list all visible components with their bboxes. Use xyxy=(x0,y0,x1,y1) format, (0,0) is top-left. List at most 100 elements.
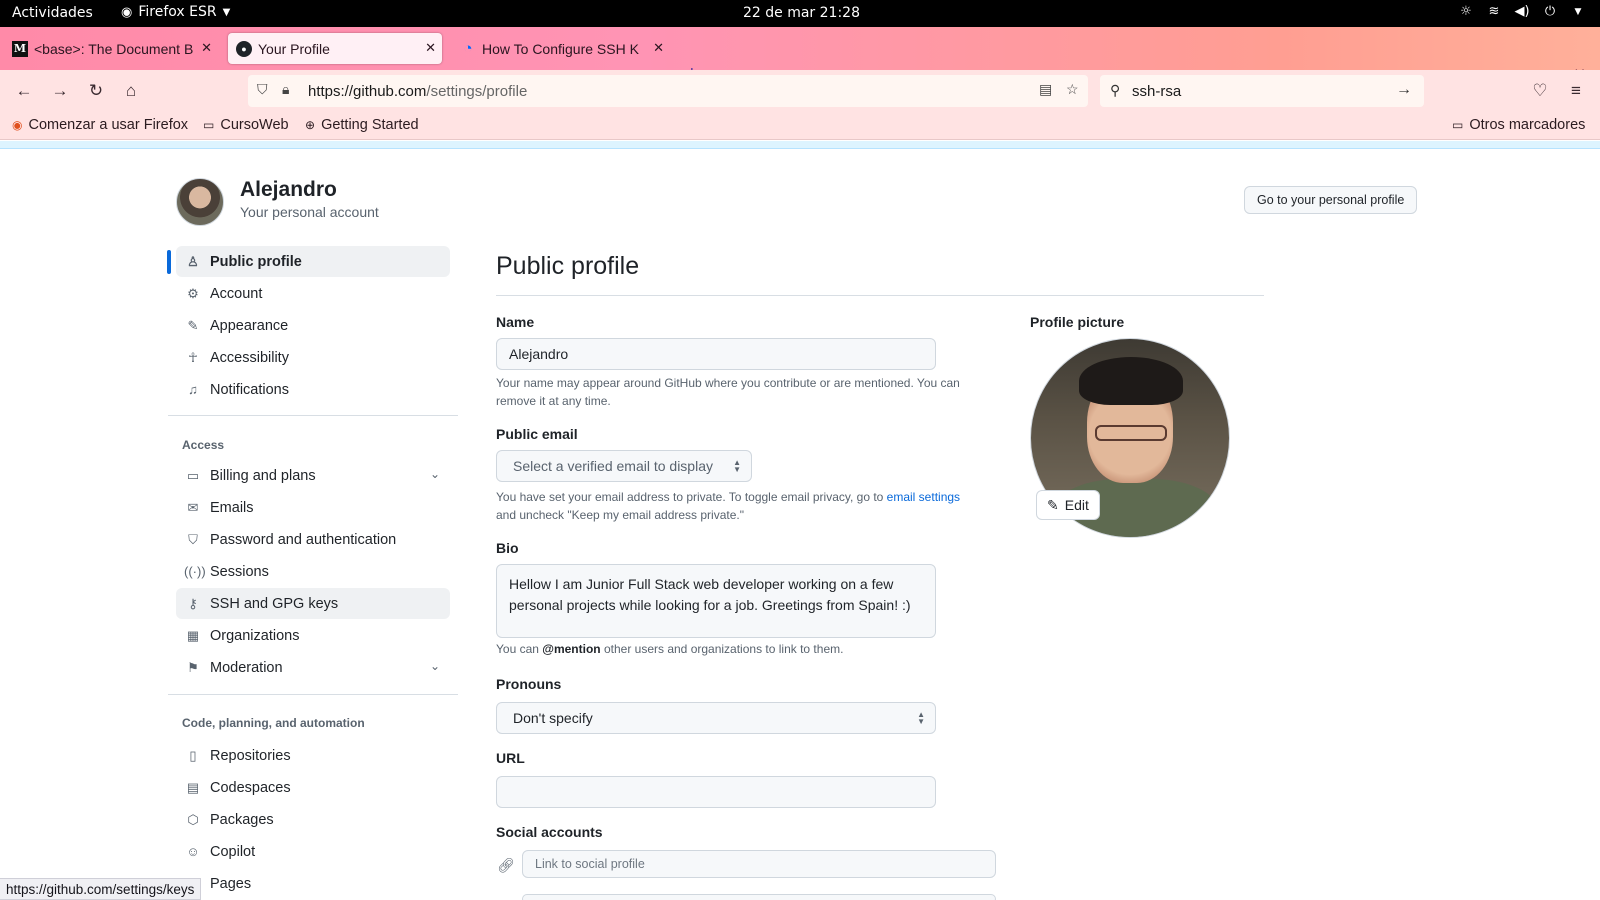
broadcast-icon: ((·)) xyxy=(184,564,206,579)
email-settings-link[interactable]: email settings xyxy=(887,490,960,504)
public-email-select[interactable]: Select a verified email to display ▲ ▼ xyxy=(496,450,752,482)
pocket-icon[interactable]: ♡ xyxy=(1528,79,1552,103)
sidebar-item-label: Billing and plans xyxy=(210,467,316,484)
sidebar-item-copilot[interactable]: ☺ Copilot xyxy=(176,836,450,867)
sidebar-item-label: Packages xyxy=(210,811,274,828)
bookmark-label: Otros marcadores xyxy=(1469,117,1586,133)
social-link-input-2[interactable] xyxy=(522,894,996,900)
avatar[interactable] xyxy=(176,178,224,226)
sidebar-item-password[interactable]: ⛉ Password and authentication xyxy=(176,524,450,555)
sidebar-item-label: Appearance xyxy=(210,317,289,334)
sidebar-item-sessions[interactable]: ((·)) Sessions xyxy=(176,556,450,587)
app-menu[interactable]: ◉ Firefox ESR ▼ xyxy=(121,4,230,20)
sidebar-item-ssh-gpg-keys[interactable]: ⚷ SSH and GPG keys xyxy=(176,588,450,619)
go-to-profile-button[interactable]: Go to your personal profile xyxy=(1244,186,1418,214)
account-name[interactable]: Alejandro xyxy=(240,178,337,202)
reader-view-icon[interactable]: ▤ xyxy=(1039,81,1052,98)
menu-icon[interactable]: ≡ xyxy=(1564,79,1588,103)
profile-picture-label: Profile picture xyxy=(1030,314,1125,330)
power-icon: ⏻ xyxy=(1544,4,1556,19)
social-accounts-label: Social accounts xyxy=(496,824,603,840)
system-tray[interactable]: ☼ ≋ ◀) ⏻ ▼ xyxy=(1458,4,1586,19)
sidebar-item-codespaces[interactable]: ▤ Codespaces xyxy=(176,772,450,803)
bookmark-star-icon[interactable]: ☆ xyxy=(1066,81,1079,98)
sidebar-item-public-profile[interactable]: ♙ Public profile xyxy=(167,246,450,277)
sidebar-item-moderation[interactable]: ⚑ Moderation ⌄ xyxy=(176,652,450,683)
url-label: URL xyxy=(496,750,525,766)
key-icon: ⚷ xyxy=(188,595,198,611)
page-title: Public profile xyxy=(496,252,640,280)
firefox-icon: ◉ xyxy=(121,4,133,20)
digitalocean-icon: ◔ xyxy=(463,40,473,57)
tab-your-profile[interactable]: ● Your Profile ✕ xyxy=(228,33,442,64)
settings-page: Alejandro Your personal account Go to yo… xyxy=(0,150,1600,900)
social-link-input[interactable]: Link to social profile xyxy=(522,850,996,878)
tab-strip: M <base>: The Document B ✕ ● Your Profil… xyxy=(0,27,1600,85)
sidebar-item-appearance[interactable]: ✎ Appearance xyxy=(176,310,450,341)
tab-title: How To Configure SSH K xyxy=(482,40,639,57)
divider xyxy=(168,694,458,695)
pronouns-label: Pronouns xyxy=(496,676,562,692)
chevron-down-icon[interactable]: ⌄ xyxy=(430,659,440,673)
section-heading-code: Code, planning, and automation xyxy=(182,716,365,730)
close-icon[interactable]: ✕ xyxy=(653,40,664,56)
bookmark-cursoweb[interactable]: ▭ CursoWeb xyxy=(203,117,289,133)
forward-button[interactable]: → xyxy=(48,79,72,103)
lock-icon[interactable]: 🔒︎ xyxy=(282,81,289,98)
globe-icon: ⊕ xyxy=(305,118,316,132)
url-domain: https://github.com xyxy=(308,83,427,100)
activities-button[interactable]: Actividades xyxy=(12,5,93,21)
reload-button[interactable]: ↻ xyxy=(84,79,108,103)
close-icon[interactable]: ✕ xyxy=(425,40,436,56)
report-icon: ⚑ xyxy=(187,659,199,675)
link-status-bar: https://github.com/settings/keys xyxy=(0,878,202,900)
selected-indicator xyxy=(167,250,171,274)
accessibility-icon: ☥ xyxy=(188,349,198,365)
wifi-icon: ≋ xyxy=(1488,4,1500,19)
url-text[interactable]: https://github.com/settings/profile xyxy=(308,83,527,100)
sidebar-item-accessibility[interactable]: ☥ Accessibility xyxy=(176,342,450,373)
bookmark-comenzar[interactable]: ◉ Comenzar a usar Firefox xyxy=(12,117,188,133)
sidebar-item-account[interactable]: ⚙ Account xyxy=(176,278,450,309)
github-icon: ● xyxy=(236,40,252,57)
sidebar-item-repositories[interactable]: ▯ Repositories xyxy=(176,740,450,771)
folder-icon: ▭ xyxy=(203,118,215,132)
tab-ssh-guide[interactable]: ◔ How To Configure SSH K ✕ xyxy=(452,33,670,64)
search-engine-icon[interactable]: ⚲ xyxy=(1110,82,1120,99)
codespaces-icon: ▤ xyxy=(186,779,200,795)
address-bar[interactable]: ⛉ 🔒︎ https://github.com/settings/profile… xyxy=(248,75,1088,107)
bookmark-label: Comenzar a usar Firefox xyxy=(28,117,189,133)
bookmark-label: CursoWeb xyxy=(220,117,289,133)
url-field[interactable] xyxy=(496,776,936,808)
search-input[interactable]: ssh-rsa xyxy=(1132,83,1181,100)
bookmark-getting-started[interactable]: ⊕ Getting Started xyxy=(305,117,419,133)
chevron-down-icon[interactable]: ⌄ xyxy=(430,467,440,481)
sidebar-item-label: Pages xyxy=(210,875,252,892)
chevron-down-icon: ▼ xyxy=(222,6,231,18)
pronouns-select[interactable]: Don't specify ▲ ▼ xyxy=(496,702,936,734)
sidebar-item-notifications[interactable]: ♫ Notifications xyxy=(176,374,450,405)
tab-base-document[interactable]: M <base>: The Document B ✕ xyxy=(4,33,218,64)
close-icon[interactable]: ✕ xyxy=(201,40,212,56)
edit-picture-button[interactable]: ✎ Edit xyxy=(1036,490,1100,520)
arrow-right-icon[interactable]: → xyxy=(1396,81,1412,99)
account-subtitle: Your personal account xyxy=(240,204,379,220)
home-button[interactable]: ⌂ xyxy=(119,79,143,103)
clock[interactable]: 22 de mar 21:28 xyxy=(743,5,860,21)
tracking-shield-icon[interactable]: ⛉ xyxy=(257,81,268,98)
sidebar-item-emails[interactable]: ✉ Emails xyxy=(176,492,450,523)
copilot-icon: ☺ xyxy=(186,844,200,859)
bookmark-other[interactable]: ▭ Otros marcadores xyxy=(1452,117,1585,133)
sidebar-item-pages[interactable]: ▢ Pages xyxy=(176,868,450,899)
system-top-bar: Actividades ◉ Firefox ESR ▼ 22 de mar 21… xyxy=(0,0,1600,27)
sidebar-item-organizations[interactable]: ▦ Organizations xyxy=(176,620,450,651)
name-field[interactable]: Alejandro xyxy=(496,338,936,370)
bio-textarea[interactable]: Hellow I am Junior Full Stack web develo… xyxy=(496,564,936,638)
select-value: Don't specify xyxy=(513,710,593,726)
back-button[interactable]: ← xyxy=(12,79,36,103)
search-bar[interactable]: ⚲ ssh-rsa → xyxy=(1100,75,1424,107)
sidebar-item-billing[interactable]: ▭ Billing and plans ⌄ xyxy=(176,460,450,491)
sidebar-item-packages[interactable]: ⬡ Packages xyxy=(176,804,450,835)
sidebar-item-label: Codespaces xyxy=(210,779,291,796)
bio-note-text: You can xyxy=(496,642,543,656)
